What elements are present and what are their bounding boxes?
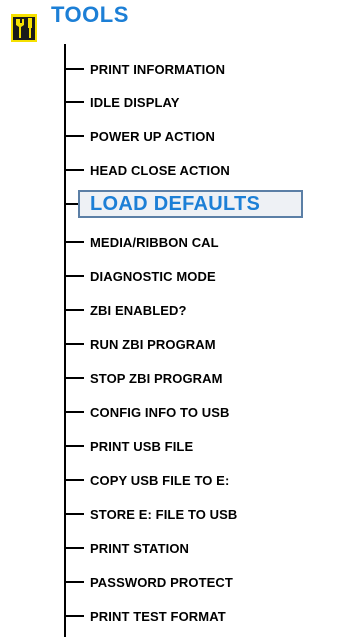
tree-branch: [64, 547, 84, 549]
menu-item-power-up-action[interactable]: POWER UP ACTION: [64, 126, 215, 146]
menu-item-run-zbi-program[interactable]: RUN ZBI PROGRAM: [64, 334, 216, 354]
tree-branch: [64, 377, 84, 379]
menu-item-label: COPY USB FILE TO E:: [90, 472, 230, 488]
menu-item-label: POWER UP ACTION: [90, 128, 216, 144]
menu-item-store-e-file-to-usb[interactable]: STORE E: FILE TO USB: [64, 504, 237, 524]
tree-branch: [64, 615, 84, 617]
menu-item-label: PRINT INFORMATION: [90, 61, 226, 77]
menu-item-load-defaults[interactable]: LOAD DEFAULTS: [78, 190, 303, 218]
menu-item-print-usb-file[interactable]: PRINT USB FILE: [64, 436, 193, 456]
menu-item-label: PRINT USB FILE: [90, 438, 194, 454]
menu-item-label: ZBI ENABLED?: [90, 302, 187, 318]
tree-branch: [64, 203, 78, 205]
menu-item-print-test-format[interactable]: PRINT TEST FORMAT: [64, 606, 226, 626]
menu-item-label: CONFIG INFO TO USB: [90, 404, 230, 420]
tree-branch: [64, 68, 84, 70]
menu-item-label: STORE E: FILE TO USB: [90, 506, 238, 522]
menu-item-label: PRINT STATION: [90, 540, 190, 556]
tree-branch: [64, 275, 84, 277]
tree-branch: [64, 241, 84, 243]
menu-title: TOOLS: [51, 2, 129, 27]
tree-branch: [64, 309, 84, 311]
tree-branch: [64, 513, 84, 515]
menu-item-label: HEAD CLOSE ACTION: [90, 162, 230, 178]
tree-branch: [64, 343, 84, 345]
tools-icon: [11, 14, 37, 42]
menu-item-password-protect[interactable]: PASSWORD PROTECT: [64, 572, 233, 592]
menu-item-label: RUN ZBI PROGRAM: [90, 336, 216, 352]
menu-item-label: IDLE DISPLAY: [90, 94, 180, 110]
tree-branch: [64, 169, 84, 171]
menu-item-label: PRINT TEST FORMAT: [90, 608, 226, 624]
menu-item-label: STOP ZBI PROGRAM: [90, 370, 223, 386]
menu-item-load-defaults-connector: [64, 194, 78, 214]
menu-item-stop-zbi-program[interactable]: STOP ZBI PROGRAM: [64, 368, 223, 388]
menu-item-copy-usb-file-to-e[interactable]: COPY USB FILE TO E:: [64, 470, 229, 490]
menu-item-label: PASSWORD PROTECT: [90, 574, 233, 590]
tree-branch: [64, 411, 84, 413]
menu-item-zbi-enabled[interactable]: ZBI ENABLED?: [64, 300, 187, 320]
menu-item-head-close-action[interactable]: HEAD CLOSE ACTION: [64, 160, 230, 180]
menu-item-label: DIAGNOSTIC MODE: [90, 268, 216, 284]
tree-branch: [64, 135, 84, 137]
menu-item-print-information[interactable]: PRINT INFORMATION: [64, 59, 225, 79]
menu-item-idle-display[interactable]: IDLE DISPLAY: [64, 92, 180, 112]
tree-branch: [64, 581, 84, 583]
selected-menu-item-label: LOAD DEFAULTS: [90, 192, 261, 215]
tree-branch: [64, 479, 84, 481]
menu-item-media-ribbon-cal[interactable]: MEDIA/RIBBON CAL: [64, 232, 219, 252]
menu-item-diagnostic-mode[interactable]: DIAGNOSTIC MODE: [64, 266, 216, 286]
tree-branch: [64, 445, 84, 447]
menu-item-config-info-to-usb[interactable]: CONFIG INFO TO USB: [64, 402, 230, 422]
menu-item-print-station[interactable]: PRINT STATION: [64, 538, 189, 558]
menu-item-label: MEDIA/RIBBON CAL: [90, 234, 219, 250]
tree-branch: [64, 101, 84, 103]
